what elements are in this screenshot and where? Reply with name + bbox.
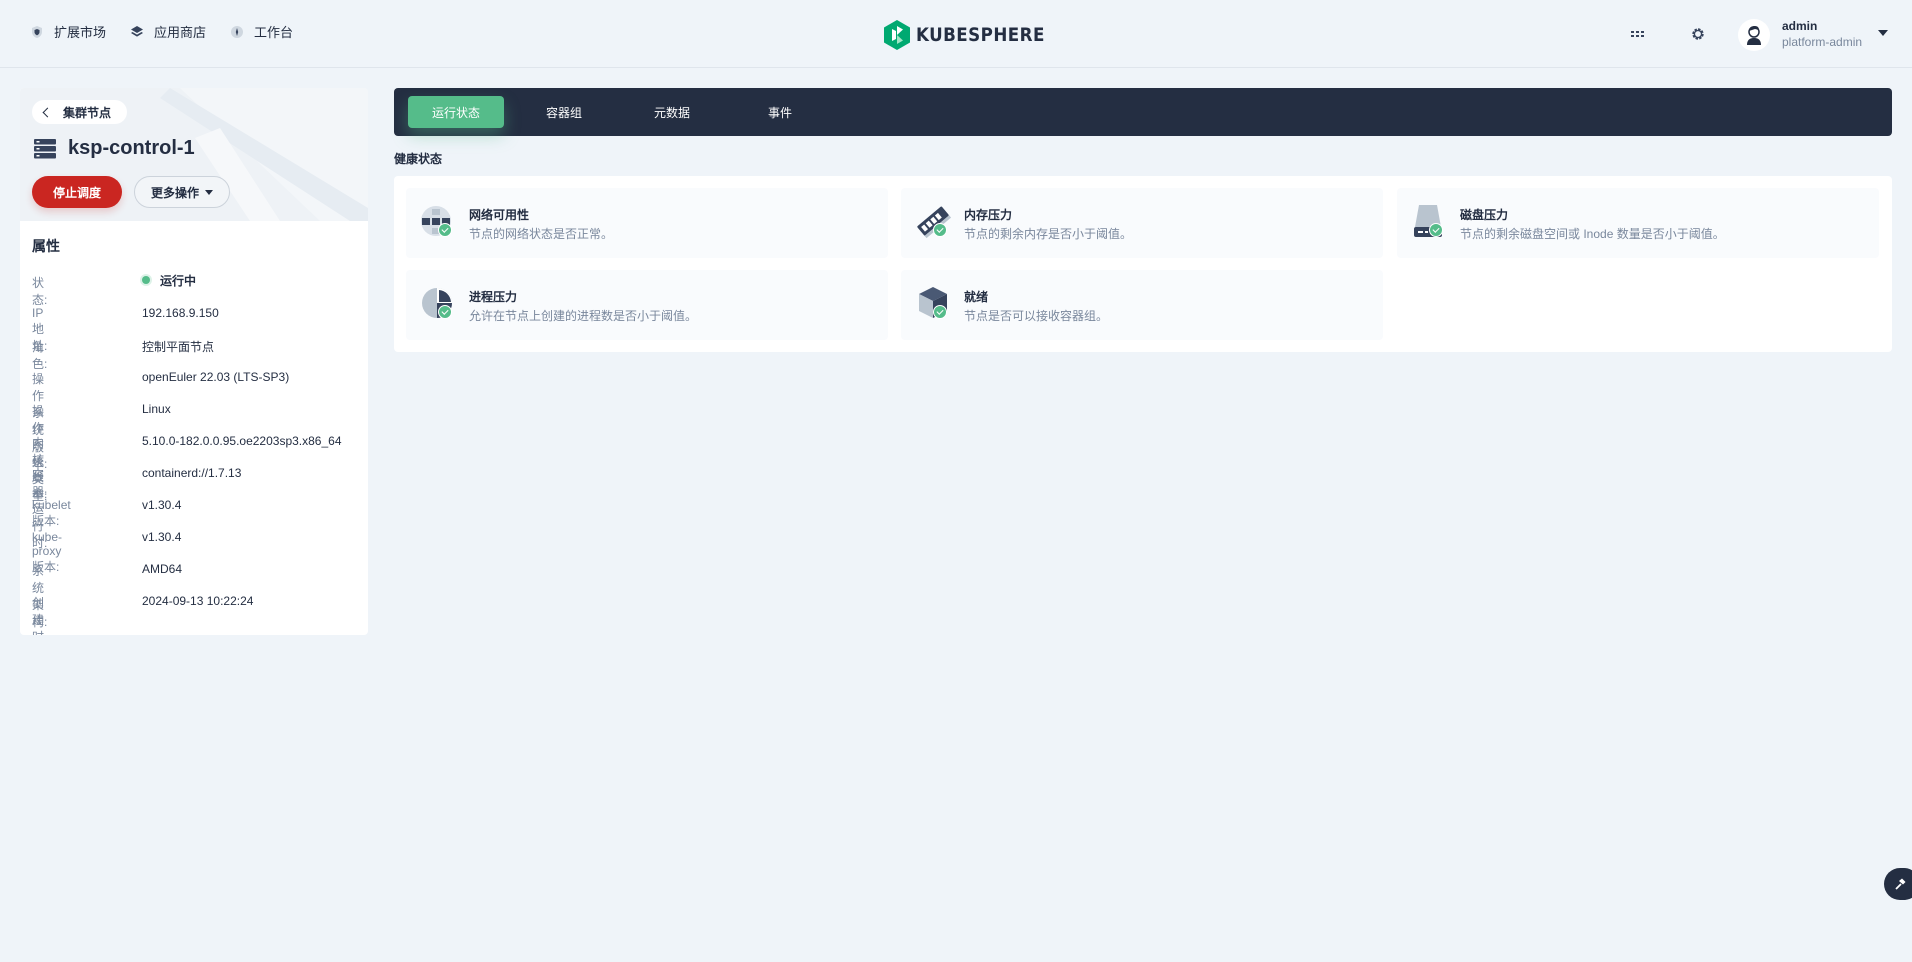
avatar[interactable]: [1738, 19, 1770, 51]
property-value: v1.30.4: [142, 530, 182, 544]
health-item-title: 进程压力: [469, 290, 518, 304]
detail-tabs: 运行状态 容器组 元数据 事件: [394, 88, 1892, 136]
user-role: platform-admin: [1782, 35, 1863, 49]
network-icon: [421, 206, 451, 236]
property-key: 状态:: [32, 276, 48, 307]
property-value: 控制平面节点: [142, 340, 215, 354]
health-item-network: 网络可用性 节点的网络状态是否正常。: [406, 188, 888, 258]
kubesphere-logo-icon: [884, 20, 910, 50]
node-detail-card: 集群节点 ksp-control-1 停止调度 更多操作 属性 状态: 运行中 …: [20, 88, 368, 635]
status-text: 运行中: [160, 274, 197, 288]
back-to-cluster-nodes[interactable]: 集群节点: [32, 100, 128, 124]
chevron-left-icon: [42, 107, 53, 117]
shield-icon: [32, 25, 42, 38]
cube-icon: [919, 287, 947, 318]
property-key: 角色:: [32, 340, 48, 371]
more-actions-button[interactable]: 更多操作: [134, 176, 230, 208]
nav-app-store-label: 应用商店: [154, 25, 207, 40]
property-value: Linux: [142, 402, 171, 416]
hammer-icon: [1895, 878, 1906, 890]
property-value: 2024-09-13 10:22:24: [142, 594, 254, 608]
property-key: 创建时间:: [32, 596, 45, 635]
tab-pods[interactable]: 容器组: [516, 96, 612, 128]
health-item-desc: 节点是否可以接收容器组。: [964, 309, 1109, 323]
health-item-desc: 节点的剩余磁盘空间或 Inode 数量是否小于阈值。: [1460, 227, 1725, 241]
nav-workbench[interactable]: 工作台: [230, 22, 293, 41]
top-nav: 扩展市场 应用商店 工作台: [30, 22, 293, 41]
health-status-title: 健康状态: [394, 152, 443, 166]
apps-grid-button[interactable]: [1628, 24, 1648, 44]
property-key: kubelet 版本:: [32, 498, 71, 528]
user-menu-caret-icon[interactable]: [1878, 30, 1888, 36]
settings-button[interactable]: [1688, 24, 1708, 44]
health-item-title: 内存压力: [964, 208, 1013, 222]
logo-text: KUBESPHERE: [916, 24, 1045, 46]
property-value: openEuler 22.03 (LTS-SP3): [142, 370, 290, 384]
health-item-desc: 节点的剩余内存是否小于阈值。: [964, 227, 1133, 241]
tab-status[interactable]: 运行状态: [408, 96, 504, 128]
memory-icon: [917, 206, 952, 239]
health-item-title: 磁盘压力: [1460, 208, 1509, 222]
back-label: 集群节点: [63, 105, 112, 120]
healthy-check-icon: [1429, 223, 1443, 237]
health-item-title: 网络可用性: [469, 208, 530, 222]
health-status-card: 网络可用性 节点的网络状态是否正常。 内存压力 节点的剩余内存是否小于阈值。 磁: [394, 176, 1892, 352]
tab-metadata[interactable]: 元数据: [624, 96, 720, 128]
layers-icon: [131, 25, 144, 37]
disk-icon: [1414, 205, 1442, 237]
nav-workbench-label: 工作台: [254, 25, 294, 40]
nav-extensions[interactable]: 扩展市场: [30, 22, 106, 41]
floating-toolbox-button[interactable]: [1884, 868, 1912, 900]
node-title: ksp-control-1: [34, 137, 195, 160]
health-item-desc: 节点的网络状态是否正常。: [469, 227, 614, 241]
user-name[interactable]: admin: [1782, 19, 1817, 33]
properties-title: 属性: [32, 238, 60, 254]
healthy-check-icon: [933, 223, 947, 237]
user-avatar-icon: [1747, 26, 1761, 45]
health-item-ready: 就绪 节点是否可以接收容器组。: [901, 270, 1383, 340]
stop-scheduling-button[interactable]: 停止调度: [32, 176, 122, 208]
health-item-desc: 允许在节点上创建的进程数是否小于阈值。: [469, 309, 698, 323]
compass-icon: [231, 25, 244, 38]
node-name: ksp-control-1: [68, 137, 195, 159]
more-actions-label: 更多操作: [150, 185, 199, 200]
top-bar: 扩展市场 应用商店 工作台 KUBESPHERE admin platform-…: [0, 0, 1912, 68]
process-icon: [422, 288, 452, 318]
health-item-memory: 内存压力 节点的剩余内存是否小于阈值。: [901, 188, 1383, 258]
nav-app-store[interactable]: 应用商店: [130, 22, 206, 41]
property-value: 5.10.0-182.0.0.95.oe2203sp3.x86_64: [142, 434, 342, 448]
kubesphere-logo[interactable]: KUBESPHERE: [884, 20, 1062, 50]
tab-events[interactable]: 事件: [732, 96, 828, 128]
gear-icon: [1692, 28, 1704, 40]
property-value-status: 运行中: [142, 272, 196, 289]
healthy-check-icon: [438, 223, 452, 237]
healthy-check-icon: [933, 305, 947, 319]
node-detail-header: 集群节点 ksp-control-1 停止调度 更多操作: [20, 88, 368, 221]
grid-icon: [1631, 31, 1644, 37]
caret-down-icon: [205, 189, 213, 195]
server-icon: [34, 138, 56, 158]
nav-extensions-label: 扩展市场: [54, 25, 107, 40]
health-item-title: 就绪: [964, 290, 989, 304]
status-running-icon: [142, 276, 150, 284]
healthy-check-icon: [438, 305, 452, 319]
health-item-disk: 磁盘压力 节点的剩余磁盘空间或 Inode 数量是否小于阈值。: [1397, 188, 1879, 258]
property-value: containerd://1.7.13: [142, 466, 242, 480]
property-value: v1.30.4: [142, 498, 182, 512]
property-value: 192.168.9.150: [142, 306, 219, 320]
health-item-process: 进程压力 允许在节点上创建的进程数是否小于阈值。: [406, 270, 888, 340]
property-value: AMD64: [142, 562, 183, 576]
